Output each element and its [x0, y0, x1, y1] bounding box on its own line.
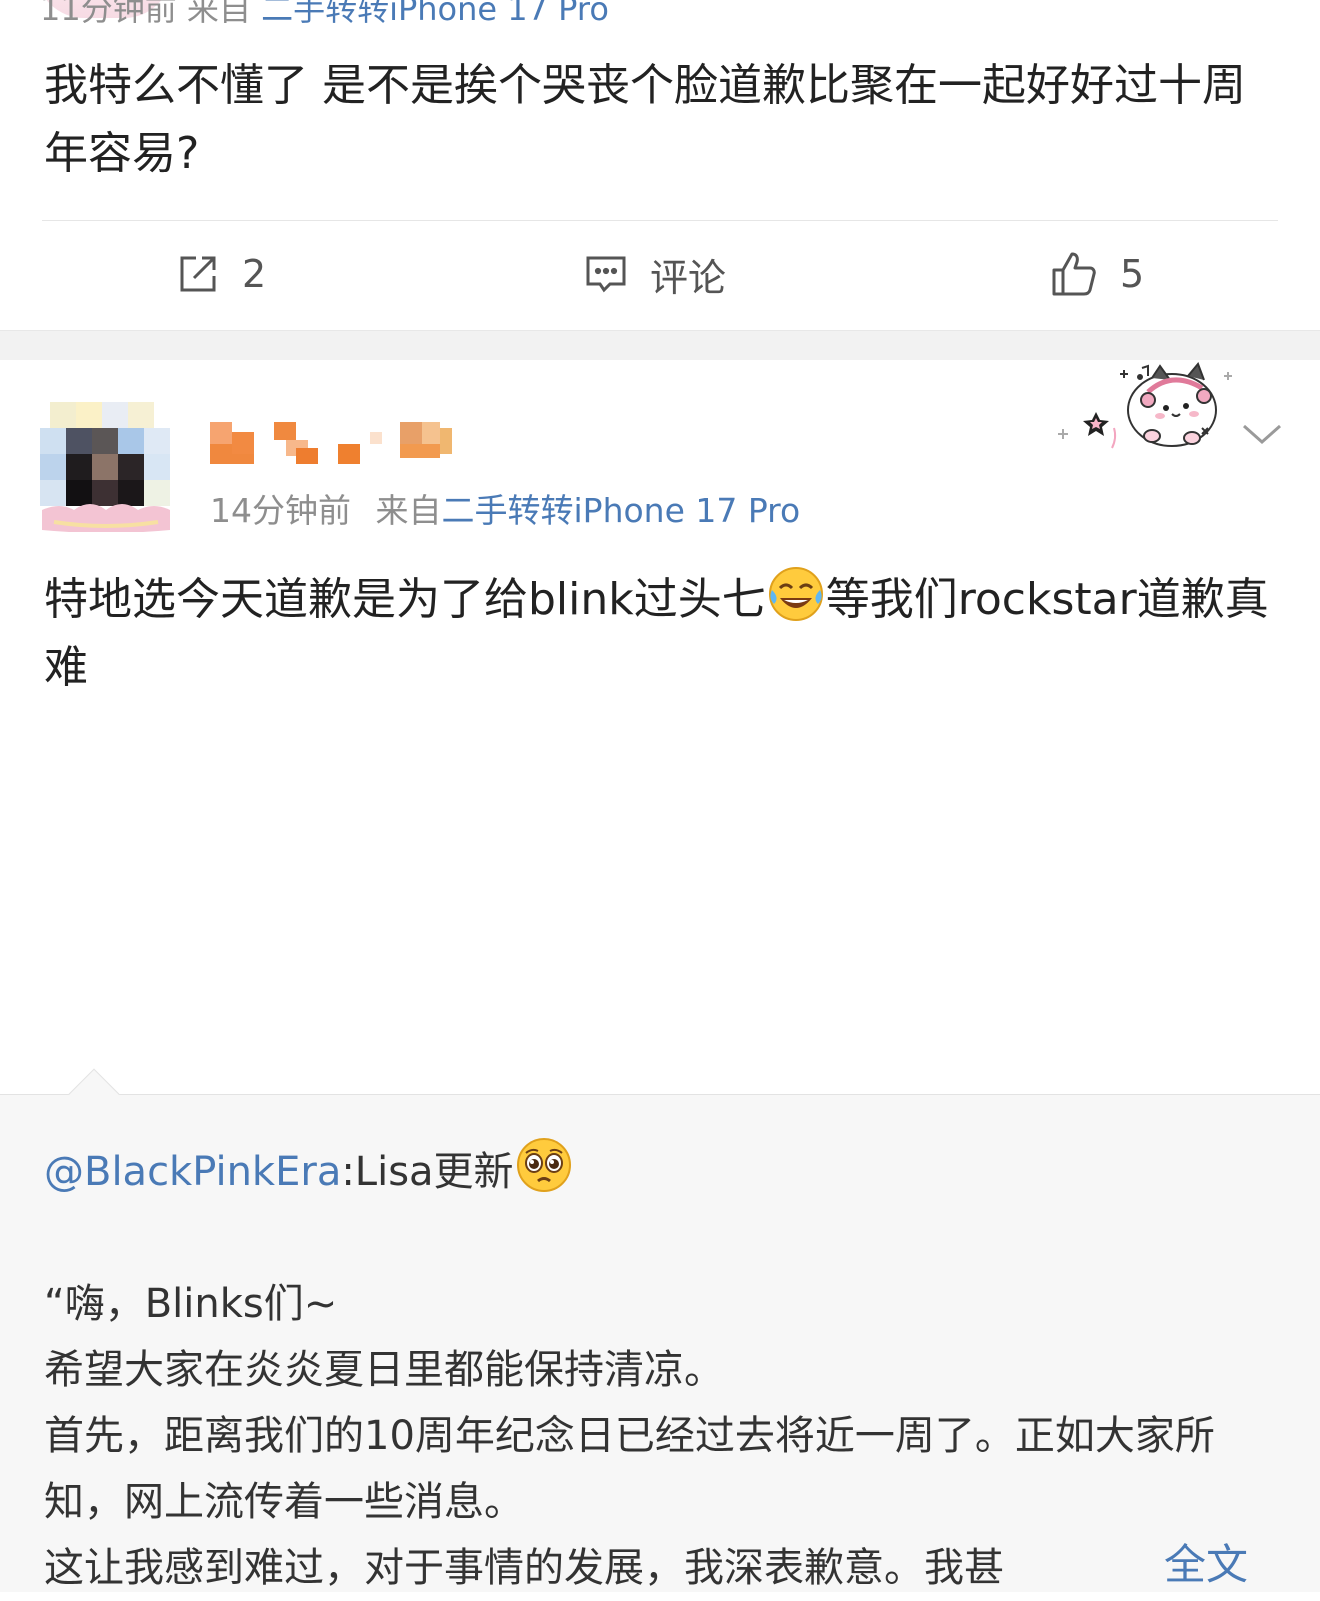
thumbs-up-icon: [1050, 250, 1098, 298]
pleading-face-emoji: [514, 1135, 574, 1195]
post-meta-time: 11分钟前 来自: [40, 0, 251, 28]
repost-line: 首先，距离我们的10周年纪念日已经过去将近一周了。正如大家所知，网上流传着一些消…: [44, 1413, 1215, 1525]
mention-link[interactable]: @BlackPinkEra: [44, 1149, 341, 1195]
repost-intro: :Lisa更新: [341, 1149, 514, 1195]
post-time: 14分钟前: [210, 491, 351, 530]
repost-pointer: [68, 1068, 120, 1120]
share-edit-icon: [176, 252, 220, 296]
like-button[interactable]: 5: [1050, 246, 1144, 302]
post-card-previous: 11分钟前 来自 二手转转iPhone 17 Pro 我特么不懂了 是不是挨个哭…: [0, 0, 1320, 330]
repost-count: 2: [242, 252, 267, 296]
comment-button[interactable]: 评论: [584, 246, 726, 302]
avatar[interactable]: [40, 398, 172, 533]
chevron-down-icon[interactable]: [1240, 418, 1284, 448]
repost-block[interactable]: @BlackPinkEra:Lisa更新 “嗨，Blinks们~ 希望大家在炎炎: [0, 1068, 1320, 1592]
repost-button[interactable]: 2: [176, 246, 266, 302]
tears-of-joy-emoji: [766, 564, 826, 624]
post-body: 特地选今天道歉是为了给blink过头七 等我们rockstar道歉真难: [44, 564, 1284, 702]
comment-label: 评论: [650, 255, 727, 300]
repost-line: 希望大家在炎炎夏日里都能保持清凉。: [44, 1347, 724, 1393]
repost-text: @BlackPinkEra:Lisa更新 “嗨，Blinks们~ 希望大家在炎炎: [44, 1135, 1284, 1601]
post-card: 14分钟前 来自二手转转iPhone 17 Pro 特地选今天道歉是为了给bli…: [0, 360, 1320, 1592]
repost-line: 这让我感到难过，对于事情的发展，我深表歉意。我甚: [44, 1545, 1004, 1591]
post-body: 我特么不懂了 是不是挨个哭丧个脸道歉比聚在一起好好过十周年容易?: [44, 60, 1246, 179]
post-source-link[interactable]: 二手转转iPhone 17 Pro: [442, 491, 801, 530]
full-text-link[interactable]: 全文: [1108, 1531, 1249, 1592]
repost-line: “嗨，Blinks们~: [44, 1281, 338, 1327]
like-count: 5: [1120, 252, 1145, 296]
divider: [42, 220, 1278, 221]
username-redacted[interactable]: [210, 418, 460, 466]
post-meta: 11分钟前 来自 二手转转iPhone 17 Pro: [40, 0, 609, 28]
repost-header: @BlackPinkEra:Lisa更新: [44, 1135, 1284, 1205]
decoration-sticker: [1052, 362, 1238, 458]
comment-icon: [584, 252, 628, 296]
post-from-label: 来自: [375, 491, 442, 530]
feed-separator: [0, 330, 1320, 360]
post-body-text: 特地选今天道歉是为了给blink过头七: [44, 574, 766, 625]
post-source-link[interactable]: 二手转转iPhone 17 Pro: [261, 0, 609, 28]
post-meta: 14分钟前 来自二手转转iPhone 17 Pro: [210, 484, 800, 532]
